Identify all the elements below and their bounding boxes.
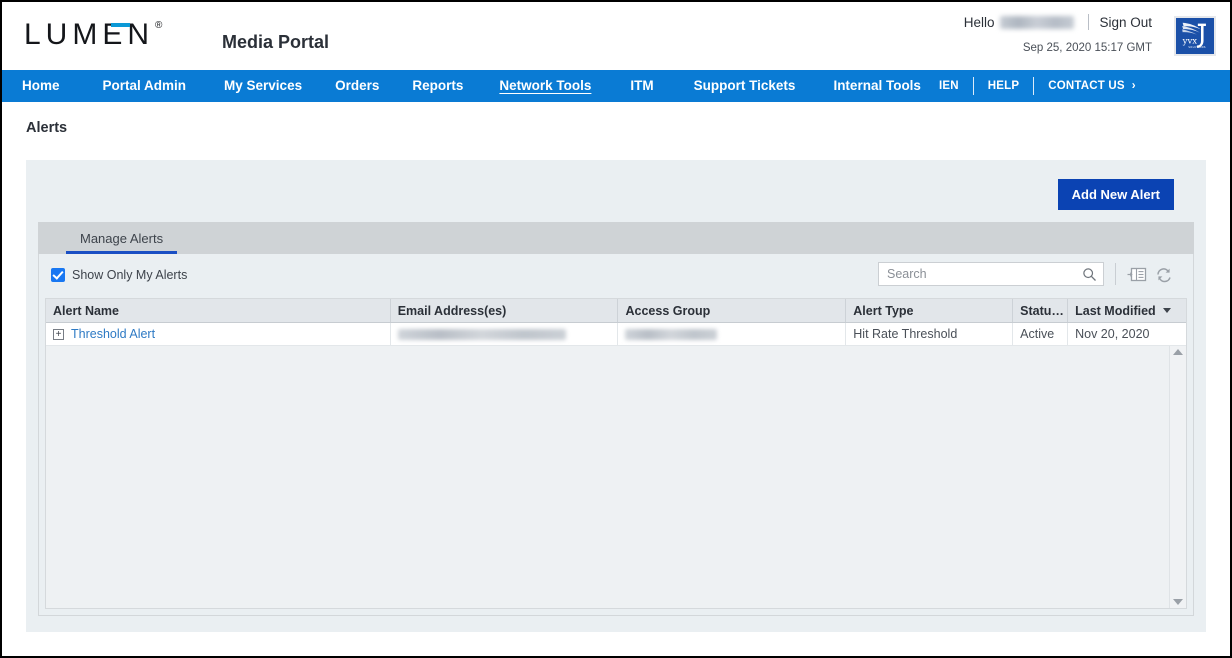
nav-item-reports[interactable]: Reports bbox=[412, 70, 463, 102]
cell-last-modified: Nov 20, 2020 bbox=[1075, 327, 1150, 341]
grid-toolbar: Show Only My Alerts bbox=[39, 254, 1193, 298]
nav-item-support-tickets[interactable]: Support Tickets bbox=[694, 70, 796, 102]
column-header-alert-type[interactable]: Alert Type bbox=[846, 299, 1014, 322]
column-header-last-modified[interactable]: Last Modified bbox=[1068, 299, 1186, 322]
alert-name-link[interactable]: Threshold Alert bbox=[71, 327, 155, 341]
panel-action-row: Add New Alert bbox=[26, 160, 1206, 222]
nav-item-contact-us[interactable]: CONTACT US bbox=[1048, 70, 1125, 102]
cell-alert-type: Hit Rate Threshold bbox=[846, 323, 1014, 345]
vyvx-logo[interactable]: yvx SOLUTIONS bbox=[1174, 16, 1216, 56]
lumen-logo-wordmark: LUMEN bbox=[24, 18, 155, 51]
column-header-status[interactable]: Statu… bbox=[1013, 299, 1069, 322]
grid-empty-area bbox=[46, 346, 1186, 608]
lumen-logo[interactable]: LUMEN ® bbox=[24, 20, 162, 50]
show-only-my-alerts-checkbox[interactable] bbox=[51, 268, 65, 282]
cell-alert-name[interactable]: + Threshold Alert bbox=[46, 323, 391, 345]
grid-header-row: Alert Name Email Address(es) Access Grou… bbox=[46, 299, 1186, 323]
server-timestamp: Sep 25, 2020 15:17 GMT bbox=[1022, 42, 1152, 54]
toolbar-separator bbox=[1115, 263, 1116, 285]
vyvx-logo-mark: yvx SOLUTIONS bbox=[1182, 22, 1206, 49]
nav-item-itm[interactable]: ITM bbox=[630, 70, 653, 102]
access-group-masked bbox=[625, 328, 718, 340]
add-new-alert-button[interactable]: Add New Alert bbox=[1057, 179, 1174, 210]
sign-out-link[interactable]: Sign Out bbox=[1099, 15, 1152, 30]
grid-vertical-scrollbar[interactable] bbox=[1169, 346, 1186, 608]
column-header-email[interactable]: Email Address(es) bbox=[391, 299, 619, 322]
nav-separator-2 bbox=[1033, 77, 1035, 95]
sort-descending-icon bbox=[1162, 308, 1171, 313]
hello-label: Hello bbox=[963, 14, 995, 30]
nav-secondary-items: IEN HELP CONTACT US › bbox=[921, 70, 1136, 102]
svg-text:SOLUTIONS: SOLUTIONS bbox=[1188, 45, 1206, 49]
search-icon[interactable] bbox=[1082, 267, 1097, 282]
panel-body: Show Only My Alerts Search Alert Name Em… bbox=[38, 254, 1194, 616]
page-title: Alerts bbox=[26, 120, 68, 136]
portal-title: Media Portal bbox=[222, 32, 330, 52]
username-masked bbox=[1000, 15, 1075, 29]
search-group bbox=[878, 262, 1181, 286]
show-only-my-alerts-row[interactable]: Show Only My Alerts bbox=[51, 268, 187, 282]
tab-manage-alerts[interactable]: Manage Alerts bbox=[66, 225, 178, 254]
nav-item-help[interactable]: HELP bbox=[988, 70, 1019, 102]
chevron-right-icon[interactable]: › bbox=[1132, 70, 1136, 102]
nav-item-my-services[interactable]: My Services bbox=[224, 70, 302, 102]
alerts-panel: Add New Alert Manage Alerts Show Only My… bbox=[26, 160, 1206, 632]
nav-item-internal-tools[interactable]: Internal Tools bbox=[833, 70, 921, 102]
scroll-down-icon[interactable] bbox=[1173, 599, 1183, 605]
cell-email bbox=[391, 323, 619, 345]
nav-item-orders[interactable]: Orders bbox=[335, 70, 379, 102]
show-only-my-alerts-label: Show Only My Alerts bbox=[72, 268, 188, 282]
search-input[interactable] bbox=[885, 266, 1082, 282]
cell-access-group bbox=[618, 323, 847, 345]
search-box[interactable] bbox=[878, 262, 1104, 286]
column-header-access-group[interactable]: Access Group bbox=[618, 299, 847, 322]
lumen-logo-accent-bar bbox=[111, 23, 130, 27]
nav-separator-1 bbox=[972, 77, 974, 95]
nav-item-ien[interactable]: IEN bbox=[939, 70, 959, 102]
page-header: LUMEN ® Media Portal Hello Sign Out Sep … bbox=[2, 2, 1230, 70]
alerts-grid: Alert Name Email Address(es) Access Grou… bbox=[45, 298, 1187, 609]
column-header-alert-name[interactable]: Alert Name bbox=[46, 299, 391, 322]
nav-item-home[interactable]: Home bbox=[22, 70, 60, 102]
application-window: LUMEN ® Media Portal Hello Sign Out Sep … bbox=[0, 0, 1232, 658]
column-header-last-modified-label: Last Modified bbox=[1075, 303, 1156, 318]
refresh-icon[interactable] bbox=[1154, 265, 1174, 284]
lumen-logo-text: LUMEN bbox=[24, 20, 154, 50]
registered-mark: ® bbox=[155, 20, 163, 31]
nav-item-network-tools[interactable]: Network Tools bbox=[499, 70, 591, 102]
expand-row-icon[interactable]: + bbox=[53, 328, 64, 340]
user-greeting-row: Hello Sign Out bbox=[964, 14, 1152, 30]
header-divider bbox=[1088, 14, 1090, 30]
email-masked bbox=[397, 328, 566, 340]
table-row[interactable]: + Threshold Alert Hit Rate Threshold Act… bbox=[46, 323, 1186, 346]
cell-status: Active bbox=[1013, 323, 1069, 345]
nav-primary-items: Home Portal Admin My Services Orders Rep… bbox=[2, 70, 921, 102]
main-navigation: Home Portal Admin My Services Orders Rep… bbox=[2, 70, 1230, 102]
tab-strip: Manage Alerts bbox=[38, 222, 1194, 254]
nav-item-portal-admin[interactable]: Portal Admin bbox=[103, 70, 187, 102]
scroll-up-icon[interactable] bbox=[1173, 349, 1183, 355]
column-chooser-icon[interactable] bbox=[1127, 265, 1147, 284]
